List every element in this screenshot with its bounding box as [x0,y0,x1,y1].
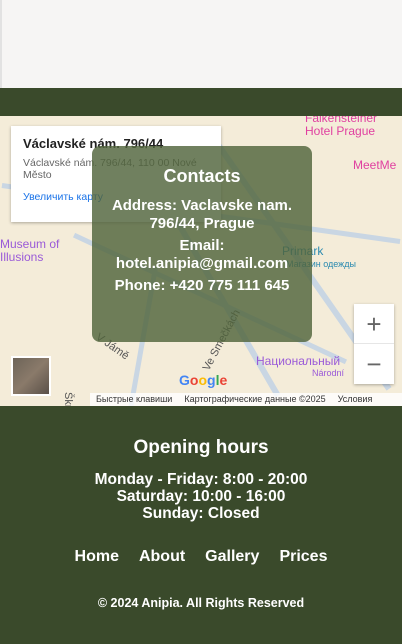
nav-home[interactable]: Home [75,548,119,566]
zoom-out-button[interactable]: − [354,344,394,384]
hours-line: Saturday: 10:00 - 16:00 [116,488,286,505]
satellite-toggle[interactable] [11,356,51,396]
contact-address: Address: Vaclavske nam. 796/44, Prague [111,197,293,232]
google-logo: Google [179,372,228,388]
contacts-title: Contacts [163,166,241,186]
terms-link[interactable]: Условия [338,393,373,406]
contact-phone: Phone: +420 775 111 645 [114,277,290,294]
place-label: MeetMe [353,158,397,172]
hours-line: Monday - Friday: 8:00 - 20:00 [94,471,308,488]
place-label: Národní [312,368,345,378]
hours-line: Sunday: Closed [142,505,260,522]
footer: Opening hours Monday - Friday: 8:00 - 20… [0,406,402,610]
zoom-in-button[interactable]: + [354,304,394,344]
nav-prices[interactable]: Prices [279,548,327,566]
footer-nav: Home About Gallery Prices [0,548,402,566]
page-top-area [0,0,402,88]
header-band [0,88,402,116]
nav-gallery[interactable]: Gallery [205,548,259,566]
contacts-overlay: Contacts Address: Vaclavske nam. 796/44,… [92,146,312,342]
map-attribution: Быстрые клавиши Картографические данные … [90,393,402,406]
street-label: Škrétova [62,392,74,406]
shortcuts-link[interactable]: Быстрые клавиши [96,393,172,406]
zoom-controls: + − [354,304,394,384]
place-label: Национальный [256,354,341,368]
contact-email: Email: hotel.anipia@gmail.com [115,237,289,272]
map-data-text: Картографические данные ©2025 [184,394,326,404]
place-label: Falkensteiner Hotel Prague [305,116,378,138]
opening-hours-title: Opening hours [133,437,269,458]
copyright: © 2024 Anipia. All Rights Reserved [97,596,305,610]
place-label: Museum of Illusions [0,237,60,264]
nav-about[interactable]: About [139,548,185,566]
